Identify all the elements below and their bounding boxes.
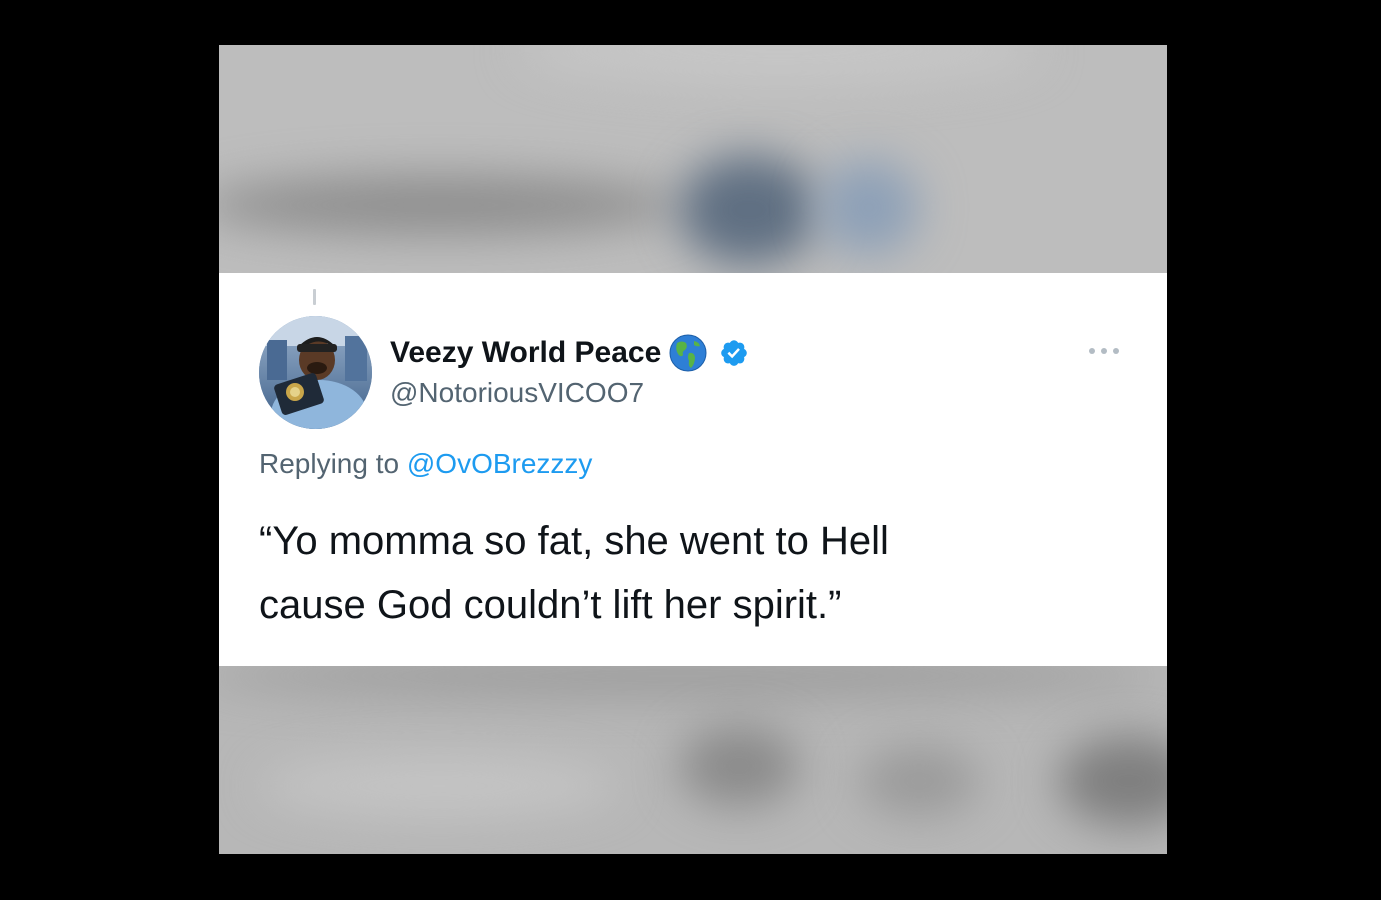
more-options-icon[interactable]: [1083, 341, 1125, 361]
screenshot-frame: Veezy World Peace @NotoriousVICOO7 Reply…: [219, 45, 1167, 854]
author-name-row: Veezy World Peace: [390, 333, 749, 373]
blurred-next-tweet: [219, 666, 1167, 854]
replying-to-mention[interactable]: @OvOBrezzzy: [407, 448, 593, 479]
replying-to-line: Replying to @OvOBrezzzy: [259, 448, 592, 480]
replying-to-label: Replying to: [259, 448, 400, 479]
tweet-text-line-1: “Yo momma so fat, she went to Hell: [259, 519, 889, 563]
verified-badge-icon[interactable]: [719, 338, 749, 368]
avatar[interactable]: [259, 316, 372, 429]
tweet-text-line-2: cause God couldn’t lift her spirit.”: [259, 583, 842, 627]
globe-americas-icon: [669, 334, 707, 372]
author-handle[interactable]: @NotoriousVICOO7: [390, 377, 644, 409]
tweet-text: “Yo momma so fat, she went to Hell cause…: [259, 509, 1119, 637]
display-name[interactable]: Veezy World Peace: [390, 336, 661, 370]
blurred-parent-tweet: [219, 45, 1167, 273]
tweet-card[interactable]: Veezy World Peace @NotoriousVICOO7 Reply…: [219, 273, 1167, 666]
thread-connector-line: [313, 289, 316, 305]
